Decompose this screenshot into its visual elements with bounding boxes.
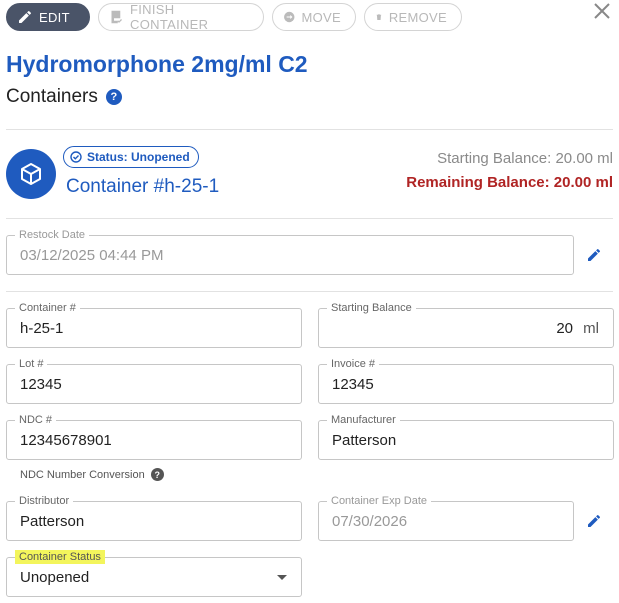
help-icon[interactable]: ?	[105, 89, 122, 105]
edit-restock-date-pencil-icon[interactable]	[586, 247, 602, 263]
lot-number-field[interactable]: Lot # 12345	[6, 357, 302, 404]
container-title: Container #h-25-1	[66, 176, 220, 197]
move-button-label: MOVE	[301, 9, 341, 25]
distributor-label: Distributor	[15, 494, 74, 508]
ndc-number-label: NDC #	[15, 413, 57, 427]
status-badge-label: Status: Unopened	[87, 150, 190, 164]
divider	[6, 291, 613, 292]
divider	[6, 129, 613, 130]
restock-date-field[interactable]: Restock Date 03/12/2025 04:44 PM	[6, 228, 574, 275]
subtitle-label: Containers	[6, 86, 98, 107]
container-exp-date-label: Container Exp Date	[327, 494, 431, 508]
container-exp-date-field[interactable]: Container Exp Date 07/30/2026	[318, 494, 574, 541]
lot-number-label: Lot #	[15, 357, 48, 371]
distributor-value: Patterson	[20, 513, 85, 530]
remaining-balance-summary: Remaining Balance: 20.00 ml	[406, 174, 613, 191]
trash-icon	[376, 14, 382, 20]
close-icon[interactable]	[591, 0, 613, 22]
edit-exp-date-pencil-icon[interactable]	[586, 513, 602, 529]
section-subtitle: Containers ?	[6, 86, 122, 108]
ndc-number-value: 12345678901	[20, 432, 112, 449]
remove-button[interactable]: REMOVE	[364, 3, 462, 31]
container-number-value: h-25-1	[20, 320, 64, 337]
lot-number-value: 12345	[20, 376, 62, 393]
manufacturer-field[interactable]: Manufacturer Patterson	[318, 413, 614, 460]
manufacturer-label: Manufacturer	[327, 413, 400, 427]
container-status-value: Unopened	[20, 569, 90, 586]
starting-balance-unit: ml	[583, 320, 599, 337]
container-exp-date-value: 07/30/2026	[332, 513, 408, 530]
container-status-label: Container Status	[15, 550, 105, 564]
starting-balance-field[interactable]: Starting Balance 20 ml	[318, 301, 614, 348]
finish-container-label: FINISH CONTAINER	[130, 2, 209, 32]
edit-button[interactable]: EDIT	[6, 3, 90, 31]
invoice-number-label: Invoice #	[327, 357, 380, 371]
move-arrow-icon	[284, 11, 295, 23]
checklist-icon	[111, 10, 122, 24]
container-number-label: Container #	[15, 301, 80, 315]
starting-balance-label: Starting Balance	[327, 301, 416, 315]
invoice-number-field[interactable]: Invoice # 12345	[318, 357, 614, 404]
ndc-number-field[interactable]: NDC # 12345678901	[6, 413, 302, 460]
status-badge: Status: Unopened	[63, 146, 199, 168]
divider	[6, 218, 613, 219]
ndc-number-conversion: NDC Number Conversion ?	[20, 468, 164, 481]
move-button[interactable]: MOVE	[272, 3, 356, 31]
page-title: Hydromorphone 2mg/ml C2	[6, 51, 308, 77]
container-avatar	[6, 149, 56, 199]
starting-balance-summary: Starting Balance: 20.00 ml	[437, 150, 613, 167]
invoice-number-value: 12345	[332, 376, 374, 393]
container-status-select[interactable]: Container Status Unopened	[6, 550, 302, 597]
caret-down-icon[interactable]	[277, 575, 287, 580]
check-circle-icon	[70, 151, 82, 163]
ndc-conversion-label: NDC Number Conversion	[20, 468, 145, 481]
toolbar: EDIT FINISH CONTAINER MOVE REMOVE	[6, 2, 462, 32]
manufacturer-value: Patterson	[332, 432, 397, 449]
remove-button-label: REMOVE	[388, 9, 447, 25]
container-number-field[interactable]: Container # h-25-1	[6, 301, 302, 348]
restock-date-label: Restock Date	[15, 228, 90, 242]
cube-icon	[21, 163, 41, 185]
help-icon[interactable]: ?	[150, 468, 164, 481]
restock-date-value: 03/12/2025 04:44 PM	[20, 247, 164, 264]
starting-balance-value: 20	[556, 320, 573, 337]
edit-button-label: EDIT	[39, 9, 70, 25]
pencil-icon	[19, 10, 31, 23]
finish-container-button[interactable]: FINISH CONTAINER	[98, 2, 264, 32]
distributor-field[interactable]: Distributor Patterson	[6, 494, 302, 541]
